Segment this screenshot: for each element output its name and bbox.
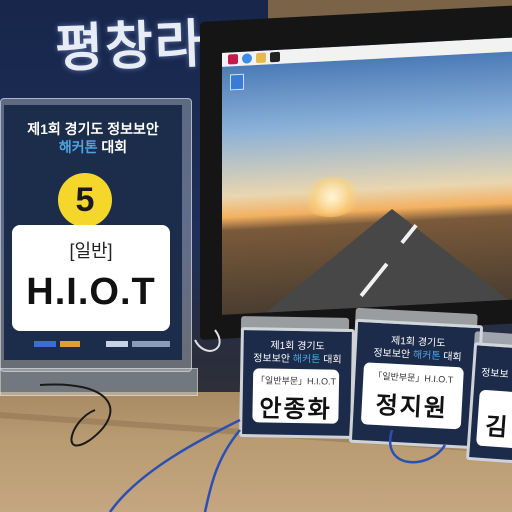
white-cable bbox=[194, 329, 221, 352]
black-cable bbox=[39, 383, 112, 447]
photo-scene: 평창라 제1회 경기도 정보보안 해커톤 대회 5 [일반] H.I.O.T 제… bbox=[0, 0, 512, 512]
lanyard bbox=[388, 429, 447, 464]
lanyard bbox=[203, 429, 241, 512]
lanyard bbox=[108, 418, 241, 512]
lanyard-cables bbox=[39, 329, 447, 512]
